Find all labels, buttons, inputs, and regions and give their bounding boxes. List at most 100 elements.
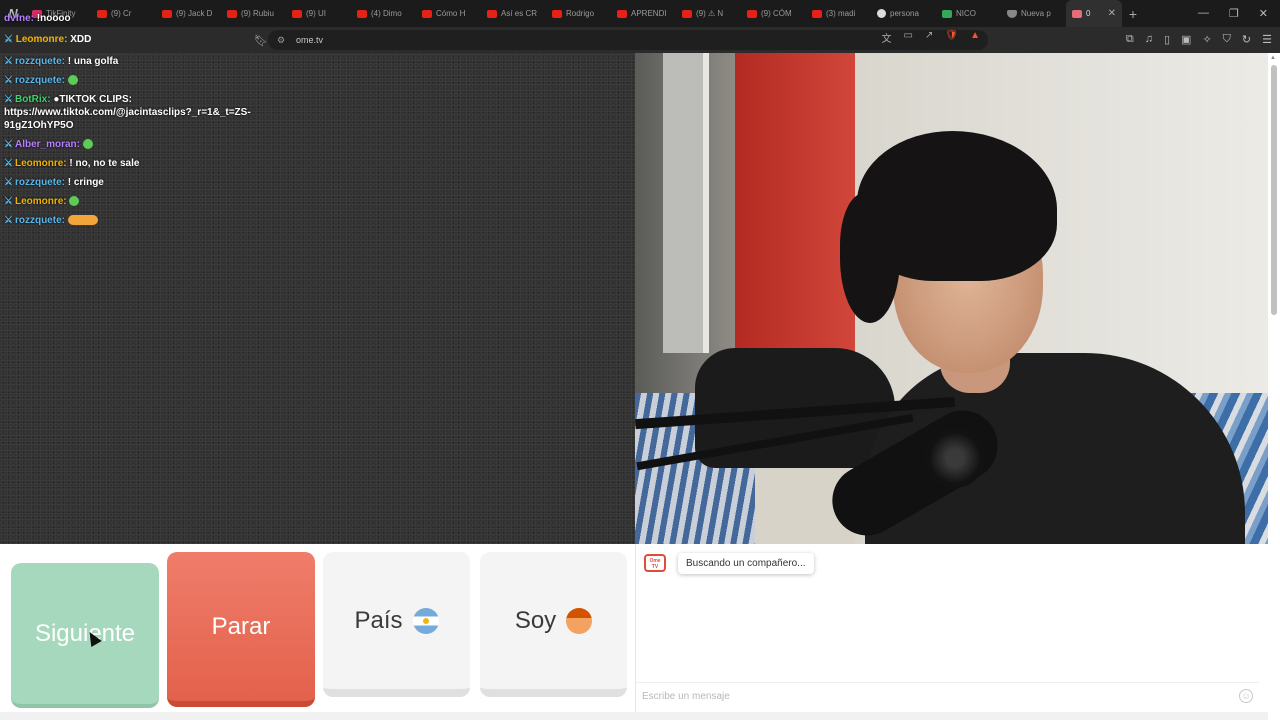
tab-9[interactable]: APRENDI — [611, 0, 676, 27]
country-button-label: País — [354, 606, 403, 634]
youtube-icon — [422, 9, 432, 18]
restore-icon[interactable]: ❐ — [1229, 7, 1239, 20]
stop-button[interactable]: Parar — [167, 552, 315, 707]
page-scrollbar[interactable]: ▲ — [1268, 53, 1280, 720]
text-chat-panel: Ome TV Buscando un compañero... ☺ — [635, 544, 1268, 720]
tab-6[interactable]: Cómo H — [416, 0, 481, 27]
new-tab-button[interactable]: + — [1122, 6, 1144, 22]
sidebar-icon[interactable]: ▯ — [1164, 33, 1170, 46]
share-icon[interactable]: ↗ — [925, 30, 933, 45]
tab-label: (9) Jack D — [176, 9, 213, 18]
tab-label: (3) madi — [826, 9, 856, 18]
vpn-icon[interactable]: ⛉ — [1223, 33, 1231, 46]
music-icon[interactable]: ♫ — [1145, 33, 1153, 46]
tab-8[interactable]: Rodrigo — [546, 0, 611, 27]
wallet-icon[interactable]: ▣ — [1181, 33, 1191, 46]
boy-emoji-icon — [566, 607, 593, 634]
sword-icon: ⚔ — [4, 177, 13, 188]
minimize-icon[interactable]: — — [1198, 7, 1209, 20]
emoji-picker-icon[interactable]: ☺ — [1239, 689, 1253, 703]
scrollbar-thumb[interactable] — [1271, 65, 1277, 315]
gender-button-label: Soy — [514, 606, 557, 634]
site-settings-icon[interactable]: ⚙ — [277, 35, 285, 46]
chat-text: ! no, no te sale — [69, 158, 140, 169]
emote-icon — [69, 196, 80, 207]
tab-active-label: 0 — [1086, 9, 1091, 18]
sword-icon: ⚔ — [4, 158, 13, 169]
refresh-icon[interactable]: ↻ — [1242, 33, 1251, 46]
close-tab-icon[interactable]: ✕ — [1108, 8, 1116, 19]
controls-panel: Siguiente Parar País Soy — [0, 544, 635, 720]
window-controls: — ❐ ✕ — [1198, 7, 1280, 20]
chat-username: Alber_moran: — [14, 139, 80, 150]
tab-label: (9) CÓM — [761, 9, 792, 18]
chat-message: ⚔ BotRix: ●TIKTOK CLIPS: https://www.tikt… — [4, 93, 284, 132]
leo-icon[interactable]: ✧ — [1202, 33, 1211, 46]
google-icon — [877, 9, 886, 18]
tab-label: Nueva p — [1021, 9, 1051, 18]
scroll-up-icon[interactable]: ▲ — [1270, 55, 1276, 61]
tab-active[interactable]: 0 ✕ — [1066, 0, 1122, 27]
translate-icon[interactable]: 文 — [882, 30, 892, 45]
url-text: ome.tv — [296, 35, 324, 45]
youtube-icon — [812, 9, 822, 18]
tab-5[interactable]: (4) Dimo — [351, 0, 416, 27]
brave-shields-icon[interactable]: 🛡︎ — [945, 30, 958, 45]
tab-15[interactable]: Nueva p — [1001, 0, 1066, 27]
sword-icon: ⚔ — [4, 196, 13, 207]
tab-2[interactable]: (9) Jack D — [156, 0, 221, 27]
tab-12[interactable]: (3) madi — [806, 0, 871, 27]
tab-7[interactable]: Así es CR — [481, 0, 546, 27]
message-input[interactable] — [642, 687, 1212, 705]
sword-icon: ⚔ — [4, 75, 13, 86]
status-message: Buscando un compañero... — [678, 553, 814, 574]
overlay-first-text: XDD — [70, 34, 92, 45]
tab-1[interactable]: (9) Cr — [91, 0, 156, 27]
tab-strip: N TikFinity (9) Cr (9) Jack D (9) Rubiu (9) … — [0, 0, 1280, 27]
chat-username: rozzquete: — [14, 215, 65, 226]
youtube-icon — [97, 9, 107, 18]
youtube-icon — [292, 9, 302, 18]
tab-13[interactable]: persona — [871, 0, 936, 27]
tab-label: (4) Dimo — [371, 9, 402, 18]
chat-username: rozzquete: — [14, 56, 65, 67]
tab-3[interactable]: (9) Rubiu — [221, 0, 286, 27]
message-input-row: ☺ — [636, 682, 1259, 708]
gender-button[interactable]: Soy — [480, 552, 627, 697]
tab-label: persona — [890, 9, 919, 18]
brave-rewards-icon[interactable]: ▲ — [970, 30, 980, 45]
overlay-top-message: dvfne: !noooo — [4, 13, 71, 25]
chat-username: Leomonre: — [14, 196, 67, 207]
tab-label: Así es CR — [501, 9, 538, 18]
tab-14[interactable]: NICO — [936, 0, 1001, 27]
tab-4[interactable]: (9) UI — [286, 0, 351, 27]
chat-username: BotRix: — [14, 94, 51, 105]
sword-icon: ⚔ — [4, 34, 13, 45]
chat-message: ⚔ Alber_moran: — [4, 138, 284, 151]
chat-message: ⚔ Leomonre: — [4, 195, 284, 208]
tab-10[interactable]: (9) ⚠ N — [676, 0, 741, 27]
green-icon — [942, 9, 952, 18]
youtube-icon — [487, 9, 497, 18]
ometv-logo: Ome TV — [644, 554, 666, 572]
tab-11[interactable]: (9) CÓM — [741, 0, 806, 27]
menu-icon[interactable]: ☰ — [1262, 33, 1272, 46]
chat-message: ⚔ rozzquete: ! cringe — [4, 176, 284, 189]
bottom-bar — [0, 712, 1268, 720]
tab-label: (9) Rubiu — [241, 9, 274, 18]
overlay-first-message: ⚔ Leomonre: XDD — [4, 34, 91, 45]
cast-icon[interactable]: ▭ — [904, 30, 913, 45]
chat-text: ! una golfa — [67, 56, 119, 67]
self-camera — [635, 53, 1268, 544]
url-actions: 文 ▭ ↗ 🛡︎ ▲ — [882, 30, 980, 45]
country-button[interactable]: País — [323, 552, 470, 697]
youtube-icon — [357, 9, 367, 18]
chat-text: ! cringe — [67, 177, 104, 188]
youtube-icon — [162, 9, 172, 18]
close-window-icon[interactable]: ✕ — [1259, 7, 1268, 20]
url-field[interactable]: ⚙ ome.tv — [268, 30, 988, 50]
overlay-text: !noooo — [36, 13, 71, 24]
record-icon — [1072, 9, 1082, 18]
tab-list: TikFinity (9) Cr (9) Jack D (9) Rubiu (9) UI… — [26, 0, 1066, 27]
screenshot-icon[interactable]: ⧉ — [1126, 33, 1134, 46]
